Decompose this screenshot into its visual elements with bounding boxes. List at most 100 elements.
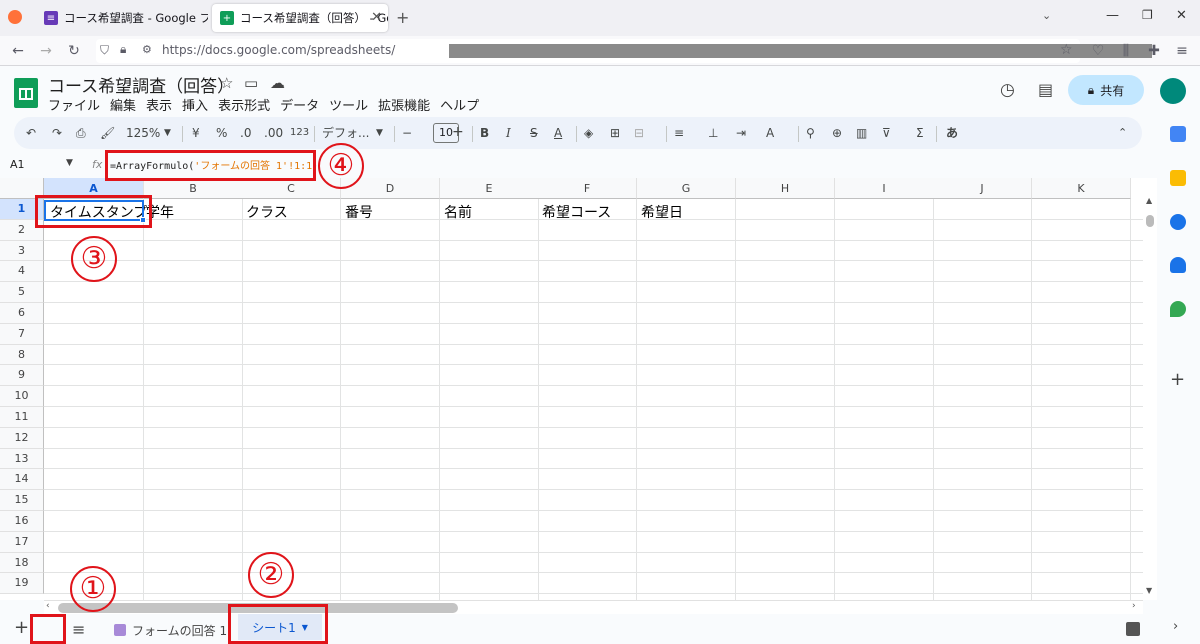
cell-d1[interactable]: 番号 (345, 202, 373, 222)
permissions-icon[interactable]: ⚙ (142, 43, 152, 56)
menu-file[interactable]: ファイル (48, 95, 100, 114)
collapse-toolbar-icon[interactable]: ⌃ (1118, 124, 1127, 142)
cell-c1[interactable]: クラス (246, 202, 288, 222)
horizontal-scrollbar[interactable]: ‹ › (44, 600, 1143, 614)
back-arrow-icon[interactable]: ← (8, 41, 28, 61)
paint-format-icon[interactable]: 🖌︎ (100, 124, 115, 142)
url-text[interactable]: https://docs.google.com/spreadsheets/ (162, 43, 395, 57)
zoom-select[interactable]: 125% (126, 124, 160, 142)
row-header-8[interactable]: 8 (0, 344, 44, 366)
vertical-scrollbar[interactable]: ▲ ▼ (1143, 178, 1157, 600)
decrease-decimal-button[interactable]: .0 (240, 124, 251, 142)
document-title[interactable]: コース希望調査（回答） (48, 72, 234, 97)
extensions-icon[interactable]: ✚ (1144, 41, 1164, 61)
menu-data[interactable]: データ (280, 95, 319, 114)
minimize-button[interactable]: — (1106, 8, 1119, 23)
scroll-down-icon[interactable]: ▼ (1146, 586, 1152, 595)
column-header-b[interactable]: B (144, 178, 243, 199)
undo-icon[interactable]: ↶ (26, 124, 36, 142)
row-header-3[interactable]: 3 (0, 240, 44, 262)
font-size-increase-button[interactable]: + (452, 123, 464, 141)
redo-icon[interactable]: ↷ (52, 124, 62, 142)
maps-icon[interactable] (1170, 301, 1186, 317)
add-sheet-button[interactable]: + (14, 617, 29, 638)
sheet-tab-form-responses[interactable]: フォームの回答 1 (106, 618, 235, 642)
column-header-j[interactable]: J (933, 178, 1032, 199)
row-header-7[interactable]: 7 (0, 323, 44, 345)
horizontal-align-icon[interactable]: ≡ (674, 124, 684, 142)
reload-icon[interactable]: ↻ (64, 41, 84, 61)
explore-icon[interactable] (1126, 622, 1140, 636)
print-icon[interactable]: ⎙ (76, 124, 86, 142)
font-caret-icon[interactable]: ▼ (376, 124, 383, 142)
avatar[interactable] (1160, 78, 1186, 104)
text-color-button[interactable]: A (554, 124, 562, 142)
move-folder-icon[interactable]: ▭ (244, 74, 258, 92)
row-header-16[interactable]: 16 (0, 511, 44, 532)
row-header-6[interactable]: 6 (0, 303, 44, 324)
menu-edit[interactable]: 編集 (110, 95, 136, 114)
column-header-i[interactable]: I (835, 178, 934, 199)
url-bar[interactable]: ⛉ 🔒︎ ⚙ https://docs.google.com/spreadshe… (96, 39, 1152, 63)
italic-button[interactable]: I (506, 124, 511, 142)
functions-icon[interactable]: Σ (916, 124, 924, 142)
lock-icon[interactable]: 🔒︎ (120, 42, 126, 57)
bookmark-star-icon[interactable]: ☆ (1060, 42, 1073, 58)
name-box-caret-icon[interactable]: ▼ (66, 158, 73, 168)
row-header-5[interactable]: 5 (0, 282, 44, 303)
borders-icon[interactable]: ⊞ (610, 124, 620, 142)
firefox-icon[interactable] (8, 10, 22, 24)
text-rotation-icon[interactable]: A (766, 124, 774, 142)
browser-tab-forms[interactable]: ≡ コース希望調査 - Google フォーム (36, 4, 208, 32)
vertical-align-icon[interactable]: ⊥ (708, 124, 718, 142)
browser-tab-sheets[interactable]: + コース希望調査（回答） - Googl ✕ (212, 4, 388, 32)
scroll-up-icon[interactable]: ▲ (1146, 196, 1152, 205)
pocket-icon[interactable]: ♡ (1088, 41, 1108, 61)
star-icon[interactable]: ☆ (220, 74, 233, 92)
menu-view[interactable]: 表示 (146, 95, 172, 114)
column-header-k[interactable]: K (1032, 178, 1131, 199)
all-sheets-button[interactable]: ≡ (72, 620, 85, 639)
cloud-status-icon[interactable]: ☁ (270, 74, 285, 92)
row-header-11[interactable]: 11 (0, 407, 44, 428)
keep-icon[interactable] (1170, 170, 1186, 186)
row-header-9[interactable]: 9 (0, 365, 44, 387)
row-header-19[interactable]: 19 (0, 573, 44, 595)
row-header-10[interactable]: 10 (0, 386, 44, 407)
more-formats-button[interactable]: 123 (290, 124, 309, 142)
menu-extensions[interactable]: 拡張機能 (378, 95, 430, 114)
input-tools-button[interactable]: あ (946, 124, 958, 142)
comments-icon[interactable]: ▤ (1038, 80, 1053, 99)
currency-button[interactable]: ¥ (192, 124, 200, 142)
tasks-icon[interactable] (1170, 214, 1186, 230)
fill-color-icon[interactable]: ◈ (584, 124, 593, 142)
scroll-left-icon[interactable]: ‹ (46, 601, 50, 611)
close-tab-icon[interactable]: ✕ (371, 10, 382, 25)
font-select[interactable]: デフォ... (322, 124, 369, 142)
library-icon[interactable]: ⫼ (1116, 41, 1136, 61)
column-header-g[interactable]: G (637, 178, 736, 199)
strikethrough-button[interactable]: S (530, 124, 538, 142)
version-history-icon[interactable]: ◷ (1000, 80, 1015, 100)
forward-arrow-icon[interactable]: → (36, 41, 56, 61)
calendar-icon[interactable] (1170, 126, 1186, 142)
column-header-e[interactable]: E (440, 178, 539, 199)
increase-decimal-button[interactable]: .00 (264, 124, 283, 142)
row-header-17[interactable]: 17 (0, 531, 44, 553)
filter-icon[interactable]: ⊽ (882, 124, 891, 142)
font-size-decrease-button[interactable]: − (402, 124, 412, 142)
menu-insert[interactable]: 挿入 (182, 95, 208, 114)
bold-button[interactable]: B (480, 124, 489, 142)
menu-tools[interactable]: ツール (329, 95, 368, 114)
sheets-logo-icon[interactable] (14, 78, 38, 108)
merge-cells-icon[interactable]: ⊟ (634, 124, 644, 142)
row-header-4[interactable]: 4 (0, 261, 44, 283)
name-box[interactable]: A1 (10, 158, 25, 171)
vertical-scroll-thumb[interactable] (1146, 215, 1154, 227)
row-header-14[interactable]: 14 (0, 469, 44, 491)
cell-g1[interactable]: 希望日 (641, 202, 683, 222)
get-addons-icon[interactable]: + (1170, 369, 1185, 390)
text-wrap-icon[interactable]: ⇥ (736, 124, 746, 142)
shield-icon[interactable]: ⛉ (100, 43, 109, 58)
row-header-15[interactable]: 15 (0, 490, 44, 511)
